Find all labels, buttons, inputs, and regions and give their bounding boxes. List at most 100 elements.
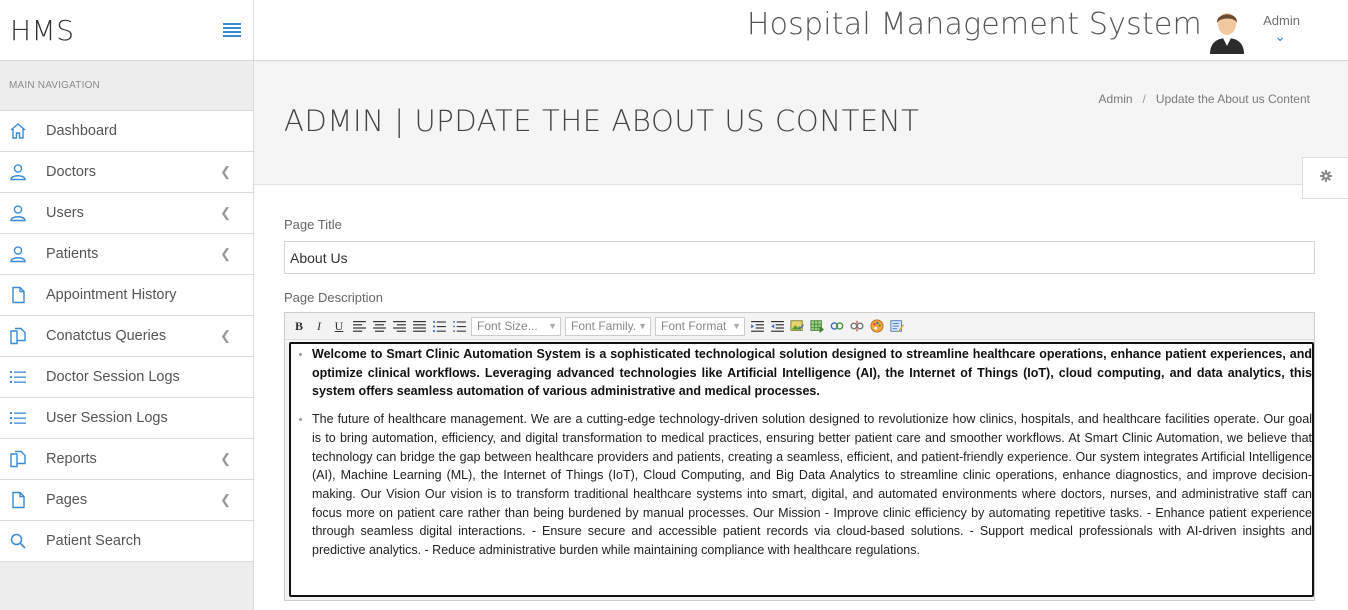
list-icon (0, 367, 46, 387)
unordered-list-button[interactable] (450, 317, 468, 335)
user-icon (0, 244, 46, 264)
sidebar-item-contactus-queries[interactable]: Conatctus Queries ❮ (0, 316, 253, 357)
chevron-down-icon[interactable]: ⌄ (1274, 28, 1286, 45)
page-title-input[interactable] (284, 241, 1315, 274)
sidebar-item-user-session-logs[interactable]: User Session Logs (0, 398, 253, 439)
image-icon (790, 320, 804, 331)
font-size-select[interactable]: Font Size... ▼ (471, 316, 561, 336)
chevron-left-icon: ❮ (220, 164, 231, 179)
user-icon (0, 162, 46, 182)
align-left-icon (352, 320, 366, 332)
rich-text-editor: B I U Font Size... ▼ Font Family. ▼ Font… (284, 312, 1315, 601)
font-format-select[interactable]: Font Format ▼ (655, 316, 745, 336)
sidebar-item-users[interactable]: Users ❮ (0, 193, 253, 234)
editor-content-area[interactable]: Welcome to Smart Clinic Automation Syste… (289, 342, 1314, 597)
palette-icon (870, 319, 884, 333)
chevron-left-icon: ❮ (220, 246, 231, 261)
sidebar-item-label: Doctors (46, 164, 96, 180)
outdent-icon (750, 320, 764, 332)
insert-link-button[interactable] (828, 317, 846, 335)
page-description-label: Page Description (284, 290, 383, 305)
content-paragraph-intro: Welcome to Smart Clinic Automation Syste… (312, 345, 1312, 401)
chevron-left-icon: ❮ (220, 492, 231, 507)
page-title-label: Page Title (284, 217, 342, 232)
content-bullet-list: Welcome to Smart Clinic Automation Syste… (296, 345, 1312, 560)
sidebar-item-doctors[interactable]: Doctors ❮ (0, 152, 253, 193)
ordered-list-button[interactable] (430, 317, 448, 335)
brand-logo-text: HMS (10, 13, 75, 47)
indent-button[interactable] (768, 317, 786, 335)
chevron-left-icon: ❮ (220, 328, 231, 343)
insert-table-button[interactable] (808, 317, 826, 335)
file-icon (0, 285, 46, 305)
app-root: HMS MAIN NAVIGATION Dashboard Doctors ❮ (0, 0, 1348, 610)
outdent-button[interactable] (748, 317, 766, 335)
sidebar-item-dashboard[interactable]: Dashboard (0, 111, 253, 152)
content-paragraph-body: The future of healthcare management. We … (312, 410, 1312, 560)
sidebar-item-label: Patient Search (46, 533, 142, 549)
breadcrumb-item-current: Update the About us Content (1155, 92, 1310, 106)
sidebar-item-reports[interactable]: Reports ❮ (0, 439, 253, 480)
dropdown-arrow-icon: ▼ (548, 320, 557, 331)
underline-button[interactable]: U (330, 317, 348, 335)
nav-list: Dashboard Doctors ❮ Users ❮ Patients ❮ A… (0, 111, 253, 562)
sidebar-item-label: Users (46, 205, 84, 221)
insert-image-button[interactable] (788, 317, 806, 335)
home-icon (0, 121, 46, 141)
align-right-button[interactable] (390, 317, 408, 335)
font-size-select-value: Font Size... (477, 319, 538, 333)
page-header: ADMIN | UPDATE THE ABOUT US CONTENT Admi… (254, 61, 1348, 185)
sidebar-item-appointment-history[interactable]: Appointment History (0, 275, 253, 316)
align-left-button[interactable] (350, 317, 368, 335)
chevron-left-icon: ❮ (220, 451, 231, 466)
font-family-select[interactable]: Font Family. ▼ (565, 316, 651, 336)
user-icon (0, 203, 46, 223)
table-icon (810, 320, 824, 333)
sidebar-item-patient-search[interactable]: Patient Search (0, 521, 253, 562)
files-icon (0, 449, 46, 469)
sidebar-item-pages[interactable]: Pages ❮ (0, 480, 253, 521)
align-center-button[interactable] (370, 317, 388, 335)
sidebar: HMS MAIN NAVIGATION Dashboard Doctors ❮ (0, 0, 254, 610)
breadcrumb: Admin / Update the About us Content (1099, 92, 1310, 106)
sidebar-item-patients[interactable]: Patients ❮ (0, 234, 253, 275)
breadcrumb-separator: / (1142, 92, 1146, 106)
menu-toggle-icon[interactable] (223, 23, 241, 37)
ordered-list-icon (432, 320, 446, 332)
sidebar-item-label: Reports (46, 451, 97, 467)
unlink-button[interactable] (848, 317, 866, 335)
align-center-icon (372, 320, 386, 332)
font-format-select-value: Font Format (661, 319, 727, 333)
unordered-list-icon (452, 320, 466, 332)
sidebar-item-label: User Session Logs (46, 410, 168, 426)
align-justify-button[interactable] (410, 317, 428, 335)
align-justify-icon (412, 320, 426, 332)
chevron-left-icon: ❮ (220, 205, 231, 220)
italic-button[interactable]: I (310, 317, 328, 335)
dropdown-arrow-icon: ▼ (732, 320, 741, 331)
file-icon (0, 490, 46, 510)
editor-toolbar: B I U Font Size... ▼ Font Family. ▼ Font… (285, 313, 1314, 340)
sidebar-item-label: Conatctus Queries (46, 328, 167, 344)
nav-section-label: MAIN NAVIGATION (0, 61, 253, 111)
gear-icon (1319, 169, 1333, 188)
topbar: Hospital Management System Admin ⌄ (254, 0, 1348, 61)
sidebar-item-doctor-session-logs[interactable]: Doctor Session Logs (0, 357, 253, 398)
user-name[interactable]: Admin (1263, 13, 1300, 28)
sidebar-item-label: Pages (46, 492, 88, 508)
app-title: Hospital Management System (746, 7, 1202, 42)
bold-button[interactable]: B (290, 317, 308, 335)
settings-toggle[interactable] (1302, 157, 1348, 199)
sidebar-item-label: Doctor Session Logs (46, 369, 180, 385)
align-right-icon (392, 320, 406, 332)
indent-icon (770, 320, 784, 332)
search-icon (0, 531, 46, 551)
brand-bar: HMS (0, 0, 253, 61)
breadcrumb-item-admin[interactable]: Admin (1099, 92, 1133, 106)
list-icon (0, 408, 46, 428)
link-icon (830, 322, 844, 330)
files-icon (0, 326, 46, 346)
html-source-button[interactable] (888, 317, 906, 335)
color-button[interactable] (868, 317, 886, 335)
avatar[interactable] (1206, 6, 1248, 54)
